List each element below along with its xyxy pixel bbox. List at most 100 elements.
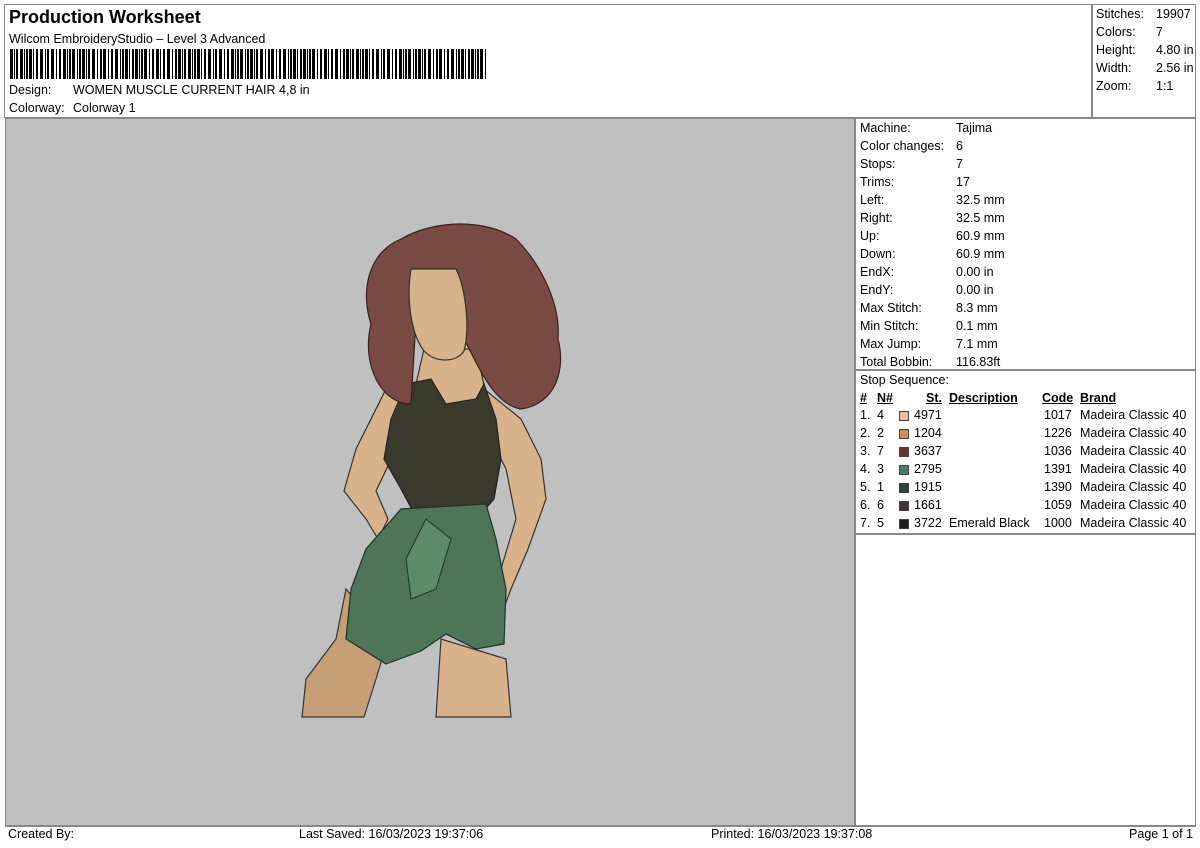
- color-swatch: [899, 483, 909, 493]
- info-label: Down:: [860, 247, 896, 261]
- info-label: Min Stitch:: [860, 319, 919, 333]
- info-row: Left: 32.5 mm: [860, 193, 1005, 207]
- stitch-count: 1204: [914, 426, 942, 440]
- info-value: 8.3 mm: [956, 301, 998, 315]
- summary-row-width: Width: 2.56 in: [1096, 61, 1194, 75]
- last-saved: Last Saved: 16/03/2023 19:37:06: [299, 827, 484, 841]
- stop-index: 1.: [860, 408, 871, 422]
- thread-code: 1391: [1044, 462, 1072, 476]
- colorway-label: Colorway:: [9, 101, 65, 115]
- thread-code: 1390: [1044, 480, 1072, 494]
- stop-index: 2.: [860, 426, 871, 440]
- info-value: Tajima: [956, 121, 993, 135]
- stop-row: 4. 3 2795 1391 Madeira Classic 40: [856, 462, 1197, 480]
- colorway-value: Colorway 1: [73, 101, 136, 115]
- info-row: EndX: 0.00 in: [860, 265, 994, 279]
- info-row: Right: 32.5 mm: [860, 211, 1005, 225]
- info-label: EndX:: [860, 265, 895, 279]
- thread-code: 1000: [1044, 516, 1072, 530]
- info-value: 0.00 in: [956, 283, 994, 297]
- color-swatch: [899, 501, 909, 511]
- stop-index: 3.: [860, 444, 871, 458]
- info-value: 0.00 in: [956, 265, 994, 279]
- info-row: Total Bobbin: 116.83ft: [860, 355, 1000, 369]
- page-number: Page 1 of 1: [1129, 827, 1193, 841]
- info-label: Total Bobbin:: [860, 355, 933, 369]
- summary-value: 7: [1156, 25, 1163, 39]
- thread-brand: Madeira Classic 40: [1080, 462, 1187, 476]
- stop-row: 2. 2 1204 1226 Madeira Classic 40: [856, 426, 1197, 444]
- info-label: EndY:: [860, 283, 894, 297]
- info-value: 60.9 mm: [956, 247, 1005, 261]
- stop-index: 6.: [860, 498, 871, 512]
- figure-face: [408, 268, 468, 361]
- stitch-count: 1915: [914, 480, 942, 494]
- info-row: Machine: Tajima: [860, 121, 992, 135]
- col-header-st: St.: [926, 391, 942, 405]
- summary-label: Width:: [1096, 61, 1132, 75]
- needle-number: 4: [877, 408, 884, 422]
- color-swatch: [899, 429, 909, 439]
- stop-row: 7. 5 3722 Emerald Black 1000 Madeira Classic …: [856, 516, 1197, 534]
- summary-label: Colors:: [1096, 25, 1136, 39]
- info-value: 60.9 mm: [956, 229, 1005, 243]
- info-label: Up:: [860, 229, 880, 243]
- info-label: Left:: [860, 193, 885, 207]
- needle-number: 6: [877, 498, 884, 512]
- needle-number: 3: [877, 462, 884, 476]
- summary-value: 2.56 in: [1156, 61, 1194, 75]
- thread-brand: Madeira Classic 40: [1080, 444, 1187, 458]
- stitch-count: 1661: [914, 498, 942, 512]
- summary-value: 19907: [1156, 7, 1191, 21]
- machine-info-panel: Machine: Tajima Color changes: 6 Stops: 7 T…: [855, 118, 1196, 370]
- empty-panel: [855, 534, 1196, 826]
- summary-label: Height:: [1096, 43, 1136, 57]
- summary-value: 4.80 in: [1156, 43, 1194, 57]
- info-value: 116.83ft: [956, 355, 1001, 369]
- summary-row-zoom: Zoom: 1:1: [1096, 79, 1173, 93]
- col-header-brand: Brand: [1080, 391, 1117, 405]
- col-header-code: Code: [1042, 391, 1074, 405]
- summary-value: 1:1: [1156, 79, 1174, 93]
- stop-row: 5. 1 1915 1390 Madeira Classic 40: [856, 480, 1197, 498]
- info-row: Trims: 17: [860, 175, 970, 189]
- info-row: Color changes: 6: [860, 139, 963, 153]
- summary-label: Stitches:: [1096, 7, 1144, 21]
- info-value: 32.5 mm: [956, 193, 1005, 207]
- info-label: Right:: [860, 211, 893, 225]
- info-row: Max Jump: 7.1 mm: [860, 337, 998, 351]
- col-header-num: #: [860, 391, 867, 405]
- created-by: Created By:: [8, 827, 75, 841]
- needle-number: 1: [877, 480, 884, 494]
- thread-brand: Madeira Classic 40: [1080, 426, 1187, 440]
- info-value: 7: [956, 157, 963, 171]
- embroidery-figure: [301, 223, 562, 718]
- summary-label: Zoom:: [1096, 79, 1132, 93]
- summary-row-stitches: Stitches: 19907: [1096, 7, 1191, 21]
- info-label: Stops:: [860, 157, 896, 171]
- info-label: Color changes:: [860, 139, 945, 153]
- stop-sequence-title: Stop Sequence:: [860, 373, 949, 387]
- info-label: Max Stitch:: [860, 301, 922, 315]
- thread-description: Emerald Black: [949, 516, 1030, 530]
- color-swatch: [899, 519, 909, 529]
- needle-number: 5: [877, 516, 884, 530]
- stop-row: 1. 4 4971 1017 Madeira Classic 40: [856, 408, 1197, 426]
- info-row: Up: 60.9 mm: [860, 229, 1005, 243]
- stop-row: 3. 7 3637 1036 Madeira Classic 40: [856, 444, 1197, 462]
- stitch-count: 4971: [914, 408, 942, 422]
- info-row: Stops: 7: [860, 157, 963, 171]
- barcode: [10, 49, 486, 79]
- info-value: 32.5 mm: [956, 211, 1005, 225]
- info-row: Down: 60.9 mm: [860, 247, 1005, 261]
- thread-code: 1059: [1044, 498, 1072, 512]
- info-value: 0.1 mm: [956, 319, 998, 333]
- info-label: Trims:: [860, 175, 895, 189]
- thread-brand: Madeira Classic 40: [1080, 516, 1187, 530]
- color-swatch: [899, 447, 909, 457]
- summary-row-colors: Colors: 7: [1096, 25, 1163, 39]
- color-swatch: [899, 411, 909, 421]
- stitch-count: 3637: [914, 444, 942, 458]
- color-swatch: [899, 465, 909, 475]
- stop-row: 6. 6 1661 1059 Madeira Classic 40: [856, 498, 1197, 516]
